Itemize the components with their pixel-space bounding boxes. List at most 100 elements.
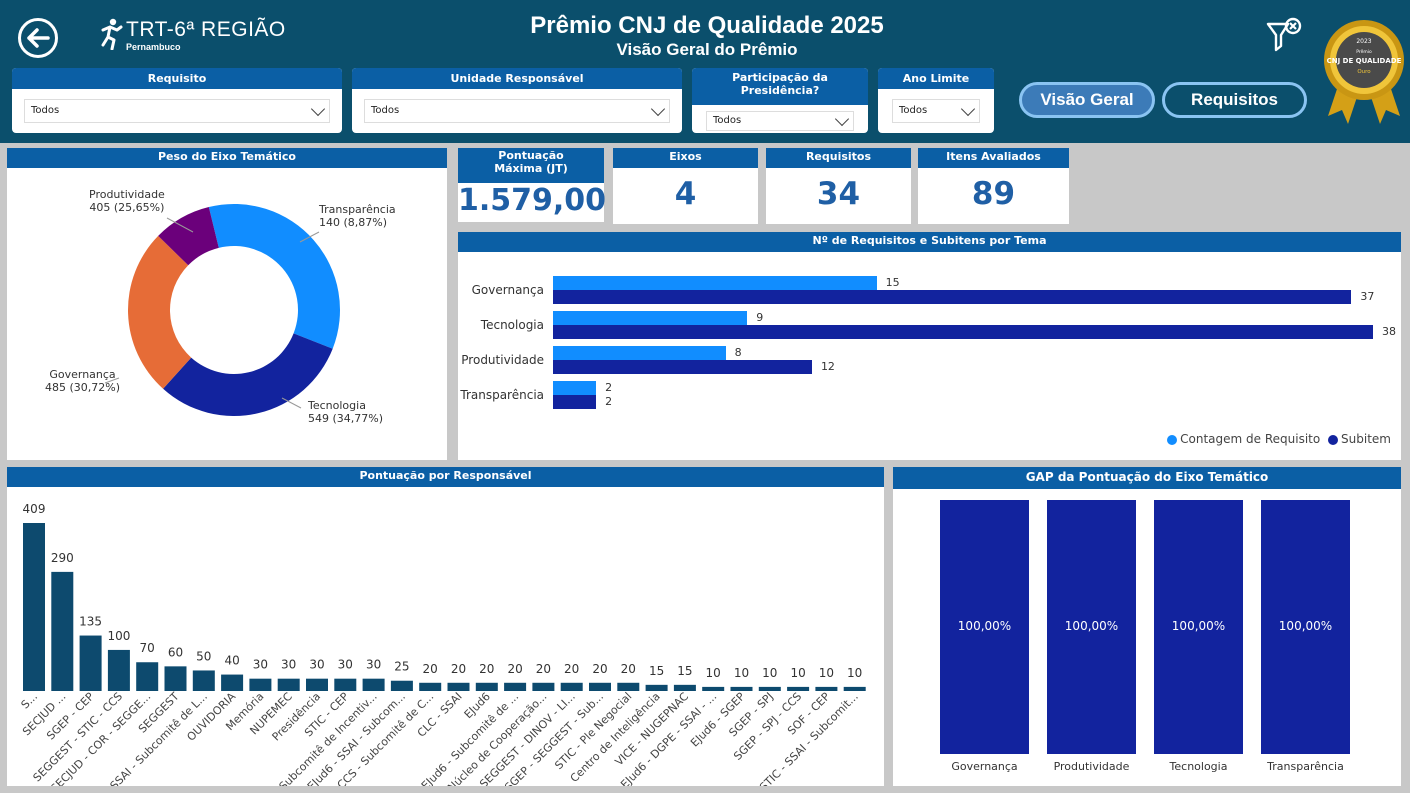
kpi-label: Eixos: [613, 148, 758, 168]
chevron-down-icon: [650, 101, 666, 117]
vbar-bar[interactable]: [277, 678, 300, 691]
vbar-value-label: 10: [847, 666, 862, 680]
hbar-bar[interactable]: [553, 381, 597, 395]
vbar-value-label: 409: [23, 502, 46, 516]
hbar-value-label: 9: [756, 311, 764, 324]
vbar-bar[interactable]: [730, 686, 753, 691]
legend-subitem-label: Subitem: [1341, 432, 1391, 446]
vbar-value-label: 30: [309, 658, 324, 672]
hbar-bar[interactable]: [553, 325, 1373, 339]
vbar-value-label: 10: [734, 666, 749, 680]
hbar-panel: Nº de Requisitos e Subitens por Tema Gov…: [458, 232, 1401, 460]
chevron-down-icon: [310, 101, 326, 117]
filter-ano: Ano Limite Todos: [878, 68, 994, 133]
page-title: Prêmio CNJ de Qualidade 2025: [530, 12, 884, 39]
vbar-bar[interactable]: [334, 678, 357, 691]
vbar-value-label: 20: [423, 662, 438, 676]
hbar-bar[interactable]: [553, 360, 812, 374]
nav-visao-geral-button[interactable]: Visão Geral: [1019, 82, 1155, 118]
hbar-bar[interactable]: [553, 311, 748, 325]
vbar-bar[interactable]: [192, 670, 215, 691]
vbar-bar[interactable]: [758, 686, 781, 691]
vbar-bar[interactable]: [390, 680, 413, 691]
vbar-bar[interactable]: [51, 571, 74, 691]
label-name: Produtividade: [89, 188, 165, 201]
donut-label-governanca: Governança 485 (30,72%): [45, 368, 120, 394]
gap-category-label: Produtividade: [1053, 760, 1130, 773]
label-name: Transparência: [319, 203, 396, 216]
vbar-value-label: 30: [366, 658, 381, 672]
vbar-bar[interactable]: [249, 678, 272, 691]
vbar-bar[interactable]: [447, 682, 470, 691]
filter-presidencia-dropdown[interactable]: Todos: [706, 111, 854, 131]
kpi-pontuacao-maxima: Pontuação Máxima (JT) 1.579,00: [458, 148, 607, 222]
vbar-value-label: 30: [253, 658, 268, 672]
vbar-value-label: 40: [224, 654, 239, 668]
vbar-bar[interactable]: [221, 674, 244, 691]
nav-requisitos-button[interactable]: Requisitos: [1162, 82, 1307, 118]
vbar-bar[interactable]: [702, 686, 725, 691]
kpi-value: 34: [816, 176, 861, 212]
hbar-bar[interactable]: [553, 290, 1352, 304]
hbar-category-label: Produtividade: [461, 353, 544, 367]
vbar-bar[interactable]: [79, 635, 102, 691]
vbar-value-label: 20: [507, 662, 522, 676]
gap-category-label: Tecnologia: [1169, 760, 1228, 773]
vbar-value-label: 50: [196, 649, 211, 663]
label-name: Governança: [49, 368, 116, 381]
gap-value-label: 100,00%: [1278, 619, 1333, 633]
vbar-bar[interactable]: [843, 686, 866, 691]
vbar-bar[interactable]: [815, 686, 838, 691]
vbar-bar[interactable]: [362, 678, 385, 691]
medal-prefix: Prêmio: [1356, 48, 1372, 55]
vbar-bar[interactable]: [504, 682, 527, 691]
filter-presidencia: Participação da Presidência? Todos: [692, 68, 868, 133]
gap-category-label: Governança: [951, 760, 1018, 773]
legend-requisito[interactable]: Contagem de Requisito: [1167, 432, 1320, 446]
vbar-bar[interactable]: [164, 666, 187, 691]
clear-filters-button[interactable]: [1264, 16, 1304, 56]
hbar-value-label: 12: [820, 360, 835, 373]
hbar-bar[interactable]: [553, 395, 597, 409]
vbar-value-label: 30: [281, 658, 296, 672]
chevron-down-icon: [834, 111, 850, 127]
hbar-category-label: Governança: [471, 283, 544, 297]
vbar-value-label: 290: [51, 551, 74, 565]
vbar-bar[interactable]: [787, 686, 810, 691]
kpi-itens-avaliados: Itens Avaliados 89: [918, 148, 1069, 224]
filter-presidencia-label: Participação da Presidência?: [692, 68, 868, 105]
vbar-bar[interactable]: [419, 682, 442, 691]
vbar-value-label: 10: [762, 666, 777, 680]
hbar-bar[interactable]: [553, 276, 877, 290]
filter-unidade-dropdown[interactable]: Todos: [364, 99, 670, 123]
filter-presidencia-value: Todos: [713, 115, 742, 126]
vbar-bar[interactable]: [475, 682, 498, 691]
kpi-value: 1.579,00: [458, 183, 607, 218]
vbar-bar[interactable]: [673, 684, 696, 691]
kpi-requisitos: Requisitos 34: [766, 148, 911, 224]
medal-year: 2023: [1356, 38, 1371, 45]
kpi-value: 4: [674, 176, 697, 212]
vbar-bar[interactable]: [645, 684, 668, 691]
vbar-bar[interactable]: [560, 682, 583, 691]
legend-dot-icon: [1167, 434, 1178, 445]
legend-subitem[interactable]: Subitem: [1328, 432, 1391, 446]
vbar-bar[interactable]: [532, 682, 555, 691]
gap-value-label: 100,00%: [957, 619, 1012, 633]
vbar-chart: 409S...290SECJUD ...135SGEP - CEP100SEGG…: [19, 502, 866, 786]
hbar-value-label: 38: [1382, 325, 1396, 338]
vbar-bar[interactable]: [589, 682, 611, 691]
hbar-bar[interactable]: [553, 346, 726, 360]
vbar-bar[interactable]: [306, 678, 328, 691]
filter-requisito-label: Requisito: [12, 68, 342, 89]
vbar-bar[interactable]: [23, 523, 45, 691]
filter-unidade: Unidade Responsável Todos: [352, 68, 682, 133]
vbar-bar[interactable]: [136, 662, 159, 691]
filter-requisito-dropdown[interactable]: Todos: [24, 99, 330, 123]
vbar-bar[interactable]: [617, 682, 640, 691]
vbar-bar[interactable]: [107, 649, 130, 691]
vbar-value-label: 20: [451, 662, 466, 676]
kpi-value: 89: [971, 176, 1016, 212]
filter-ano-dropdown[interactable]: Todos: [892, 99, 980, 123]
legend-dot-icon: [1328, 434, 1339, 445]
